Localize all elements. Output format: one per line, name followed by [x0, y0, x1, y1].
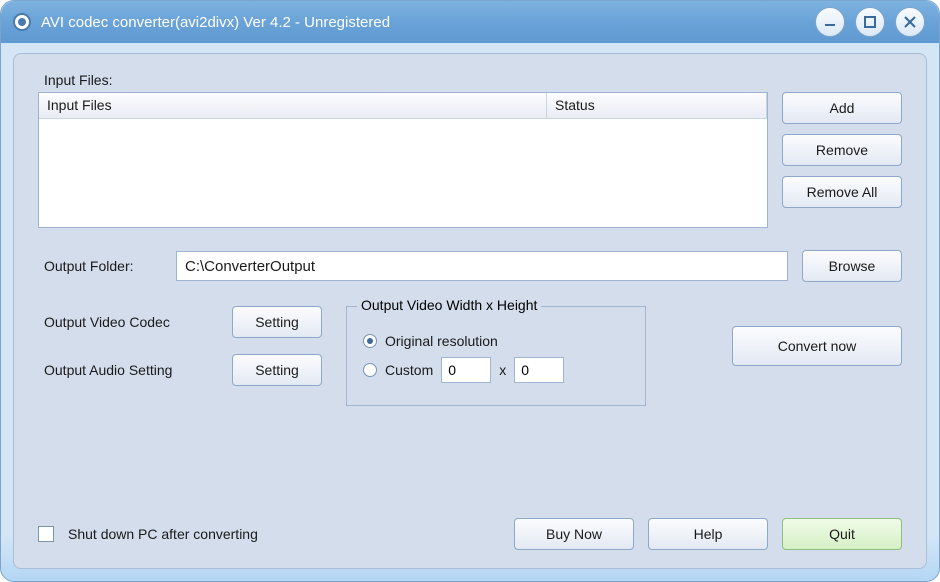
close-icon [903, 15, 917, 29]
shutdown-checkbox[interactable] [38, 526, 54, 542]
app-icon [13, 13, 31, 31]
table-body[interactable] [39, 119, 767, 227]
browse-button[interactable]: Browse [802, 250, 902, 282]
remove-all-button[interactable]: Remove All [782, 176, 902, 208]
input-files-label: Input Files: [38, 72, 902, 88]
minimize-icon [823, 15, 837, 29]
minimize-button[interactable] [815, 7, 845, 37]
audio-setting-button[interactable]: Setting [232, 354, 322, 386]
add-button[interactable]: Add [782, 92, 902, 124]
help-button[interactable]: Help [648, 518, 768, 550]
custom-label: Custom [385, 362, 433, 378]
radio-original-resolution[interactable] [363, 334, 377, 348]
radio-custom-resolution[interactable] [363, 363, 377, 377]
height-input[interactable] [514, 357, 564, 383]
width-input[interactable] [441, 357, 491, 383]
maximize-icon [863, 15, 877, 29]
buy-now-button[interactable]: Buy Now [514, 518, 634, 550]
quit-button[interactable]: Quit [782, 518, 902, 550]
output-folder-input[interactable] [176, 251, 788, 281]
resolution-fieldset: Output Video Width x Height Original res… [346, 306, 646, 406]
close-button[interactable] [895, 7, 925, 37]
video-setting-button[interactable]: Setting [232, 306, 322, 338]
convert-button[interactable]: Convert now [732, 326, 902, 366]
column-input-files[interactable]: Input Files [39, 93, 547, 118]
input-files-table[interactable]: Input Files Status [38, 92, 768, 228]
titlebar: AVI codec converter(avi2divx) Ver 4.2 - … [1, 1, 939, 43]
table-header: Input Files Status [39, 93, 767, 119]
original-resolution-label: Original resolution [385, 333, 498, 349]
output-folder-label: Output Folder: [38, 258, 162, 274]
app-window: AVI codec converter(avi2divx) Ver 4.2 - … [0, 0, 940, 582]
maximize-button[interactable] [855, 7, 885, 37]
window-title: AVI codec converter(avi2divx) Ver 4.2 - … [41, 14, 390, 31]
shutdown-label: Shut down PC after converting [68, 526, 258, 542]
audio-setting-label: Output Audio Setting [44, 362, 214, 378]
window-controls [815, 7, 925, 37]
remove-button[interactable]: Remove [782, 134, 902, 166]
fieldset-legend: Output Video Width x Height [357, 297, 541, 313]
client-area: Input Files: Input Files Status Add Remo… [13, 53, 927, 569]
dimension-separator: x [499, 362, 506, 378]
video-codec-label: Output Video Codec [44, 314, 214, 330]
column-status[interactable]: Status [547, 93, 767, 118]
